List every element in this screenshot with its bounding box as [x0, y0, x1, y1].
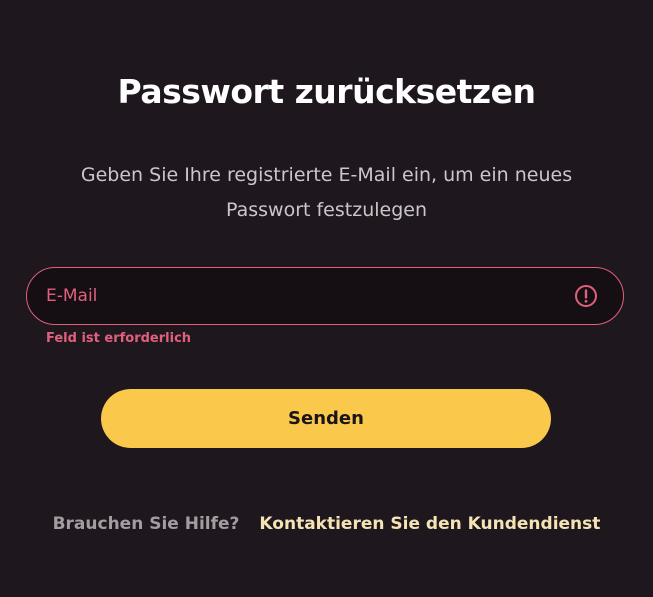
- page-title: Passwort zurücksetzen: [117, 72, 536, 111]
- email-input[interactable]: [46, 268, 576, 324]
- email-error-message: Feld ist erforderlich: [46, 331, 192, 346]
- alert-circle-icon: [575, 285, 597, 307]
- page-subtitle: Geben Sie Ihre registrierte E-Mail ein, …: [50, 158, 603, 228]
- help-row: Brauchen Sie Hilfe? Kontaktieren Sie den …: [0, 510, 653, 538]
- contact-support-link[interactable]: Kontaktieren Sie den Kundendienst: [259, 514, 600, 534]
- subtitle-line-2: Passwort festzulegen: [225, 199, 427, 221]
- email-field[interactable]: [26, 267, 624, 325]
- submit-button[interactable]: Senden: [101, 389, 551, 448]
- subtitle-line-1: Geben Sie Ihre registrierte E-Mail ein, …: [80, 164, 573, 186]
- help-question: Brauchen Sie Hilfe?: [52, 514, 240, 534]
